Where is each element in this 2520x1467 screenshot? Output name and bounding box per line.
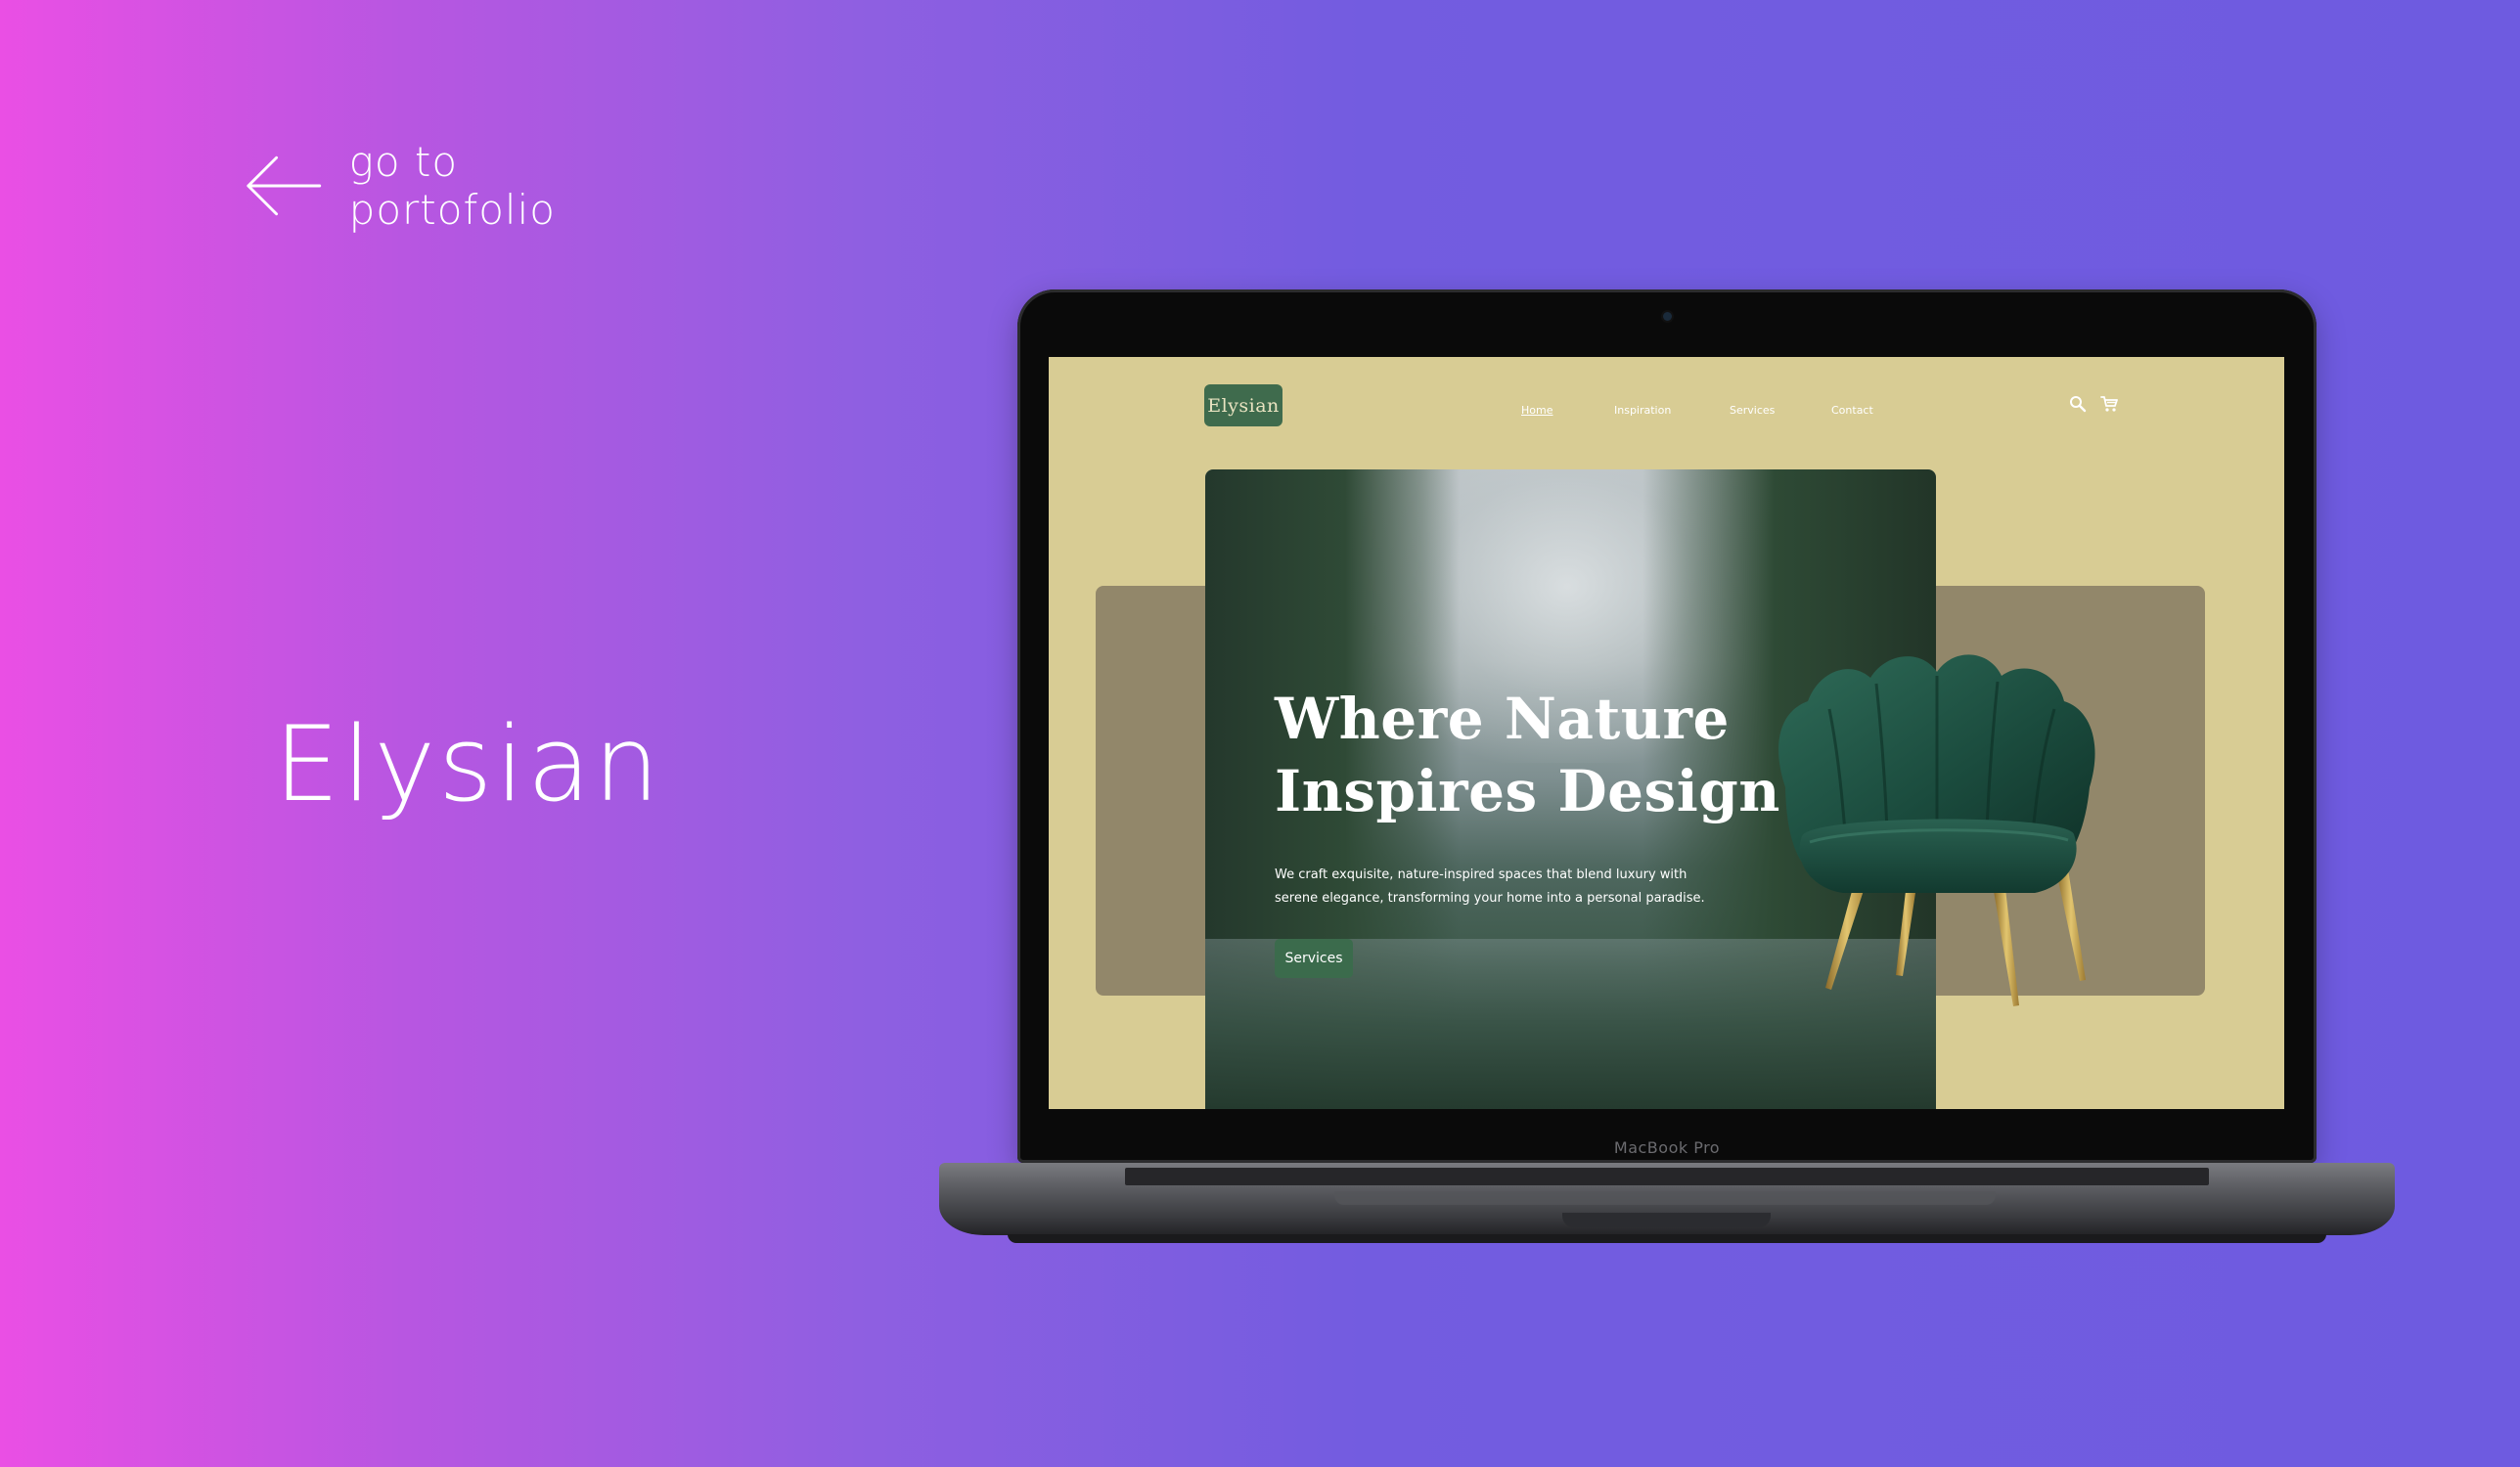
- laptop-screen: Elysian Home Inspiration Services Contac…: [1049, 357, 2284, 1109]
- camera-icon: [1663, 312, 1672, 321]
- nav-services[interactable]: Services: [1730, 404, 1775, 417]
- trackpad-notch: [1334, 1191, 1996, 1205]
- hero-title-line1: Where Nature: [1275, 686, 1730, 752]
- keyboard-strip: [1125, 1168, 2209, 1185]
- laptop-feet: [1008, 1234, 2326, 1243]
- hero-title-line2: Inspires Design: [1275, 758, 1780, 824]
- nav-inspiration[interactable]: Inspiration: [1614, 404, 1671, 417]
- hero-description: We craft exquisite, nature-inspired spac…: [1275, 867, 1705, 906]
- search-icon[interactable]: [2068, 394, 2088, 414]
- project-title: Elysian: [274, 704, 662, 824]
- go-to-portfolio-label: go to portofolio: [348, 138, 556, 234]
- cart-icon[interactable]: [2099, 394, 2119, 414]
- device-label: MacBook Pro: [1613, 1138, 1721, 1157]
- services-button[interactable]: Services: [1275, 939, 1353, 978]
- site-logo[interactable]: Elysian: [1204, 384, 1282, 426]
- arrow-left-icon: [247, 156, 322, 216]
- laptop-notch: [1562, 1213, 1771, 1227]
- go-to-portfolio-link[interactable]: go to portofolio: [245, 138, 665, 234]
- nav-contact[interactable]: Contact: [1831, 404, 1873, 417]
- nav-home[interactable]: Home: [1521, 404, 1552, 417]
- hero-title: Where Nature Inspires Design: [1275, 683, 1780, 827]
- armchair-image: [1778, 654, 2095, 1006]
